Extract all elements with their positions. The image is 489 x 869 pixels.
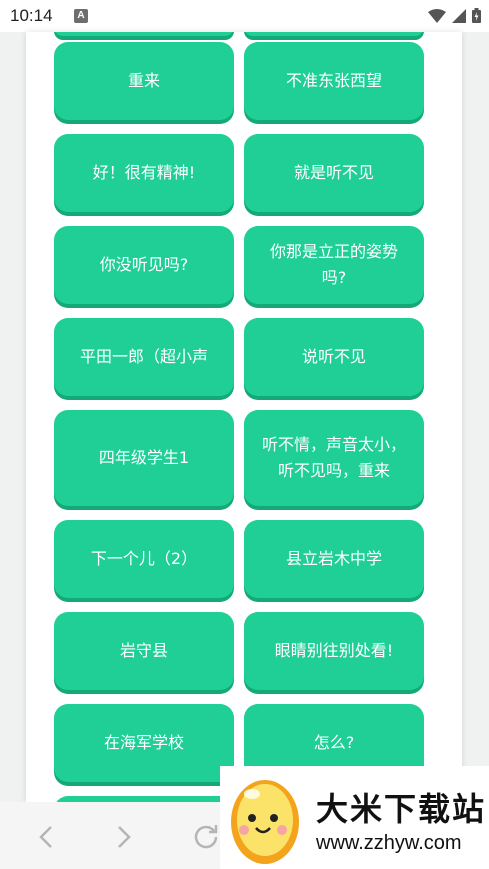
- partial-button[interactable]: [244, 32, 424, 36]
- sound-button[interactable]: 下一个儿（2）: [54, 520, 234, 598]
- chevron-right-icon[interactable]: [114, 824, 134, 850]
- sound-button[interactable]: 四年级学生1: [54, 410, 234, 506]
- left-margin: [0, 32, 26, 802]
- sound-button[interactable]: 平田一郎（超小声: [54, 318, 234, 396]
- partial-button[interactable]: [54, 32, 234, 36]
- battery-icon: [472, 8, 481, 23]
- sound-button[interactable]: 眼睛别往别处看!: [244, 612, 424, 690]
- status-bar: 10:14 A: [0, 0, 489, 32]
- sound-button[interactable]: 你没听见吗?: [54, 226, 234, 304]
- sound-button[interactable]: 不准东张西望: [244, 42, 424, 120]
- signal-icon: [452, 8, 466, 23]
- sound-button[interactable]: 好！很有精神!: [54, 134, 234, 212]
- sound-button[interactable]: 就是听不见: [244, 134, 424, 212]
- chevron-left-icon[interactable]: [36, 824, 56, 850]
- sound-button[interactable]: 在海军学校: [54, 704, 234, 782]
- reload-icon[interactable]: [192, 822, 220, 850]
- rice-mascot-logo: [231, 780, 299, 864]
- right-margin: [462, 32, 489, 802]
- watermark-title: 大米下载站: [316, 790, 487, 828]
- sound-button[interactable]: 重来: [54, 42, 234, 120]
- sound-button[interactable]: 县立岩木中学: [244, 520, 424, 598]
- sound-button[interactable]: 岩守县: [54, 612, 234, 690]
- status-time: 10:14: [10, 6, 53, 25]
- wifi-icon: [428, 8, 446, 23]
- a-letter-icon: A: [74, 9, 88, 23]
- sound-button[interactable]: 听不情，声音太小，听不见吗，重来: [244, 410, 424, 506]
- watermark-url: www.zzhyw.com: [316, 832, 462, 854]
- button-grid: 重来 不准东张西望 好！很有精神! 就是听不见 你没听见吗? 你那是立正的姿势吗…: [26, 32, 462, 802]
- sound-button[interactable]: 你那是立正的姿势吗?: [244, 226, 424, 304]
- status-icons: [428, 8, 481, 23]
- sound-button[interactable]: 说听不见: [244, 318, 424, 396]
- watermark: 大米下载站 www.zzhyw.com: [220, 766, 489, 869]
